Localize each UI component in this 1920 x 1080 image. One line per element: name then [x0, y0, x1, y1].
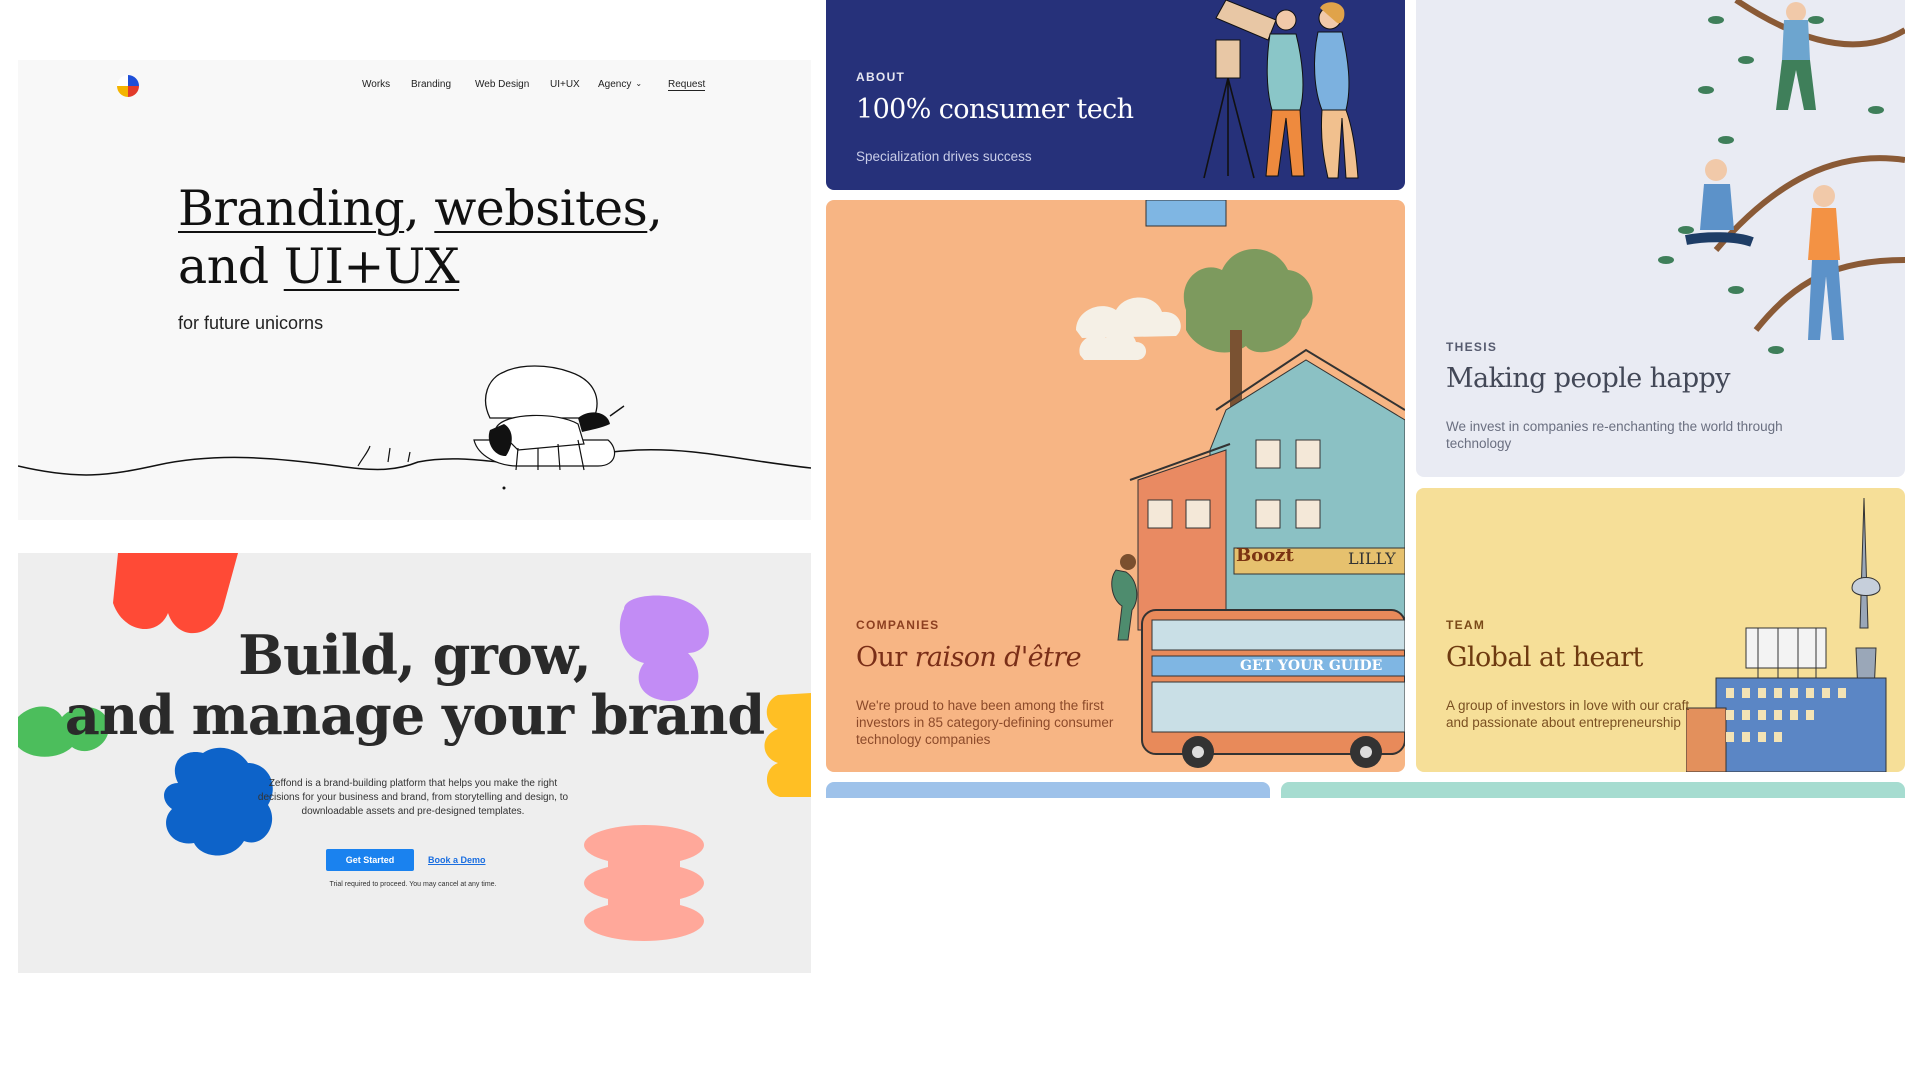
nav-works[interactable]: Works: [362, 79, 390, 90]
nav-group: UI+UX: [550, 79, 580, 90]
nav-agency[interactable]: Agency: [598, 79, 631, 90]
hero-link-uiux[interactable]: UI+UX: [284, 238, 460, 295]
next-card-preview[interactable]: [826, 782, 1270, 798]
hero-text: ,: [404, 180, 435, 237]
card-title: Global at heart: [1446, 642, 1643, 673]
product-description: Zeffond is a brand-building platform tha…: [257, 778, 569, 817]
card-eyebrow: TEAM: [1446, 618, 1486, 632]
card-title-part: Our: [856, 642, 915, 673]
team-card[interactable]: TEAM Global at heart A group of investor…: [1416, 488, 1905, 772]
card-description: We invest in companies re-enchanting the…: [1446, 419, 1783, 451]
card-description: Specialization drives success: [856, 149, 1032, 164]
companies-card[interactable]: Boozt LILLY GET YOUR GUIDE COMPANIES Our…: [826, 200, 1405, 772]
card-description: A group of investors in love with our cr…: [1446, 698, 1690, 730]
nav-uiux[interactable]: UI+UX: [550, 79, 580, 90]
sign-boozt: Boozt: [1236, 545, 1294, 566]
about-card[interactable]: ABOUT 100% consumer tech Specialization …: [826, 0, 1405, 190]
top-nav: Works: [362, 79, 390, 90]
card-eyebrow: COMPANIES: [856, 618, 940, 632]
nav-web-design[interactable]: Web Design: [475, 79, 529, 90]
card-eyebrow: THESIS: [1446, 340, 1498, 354]
logo-icon[interactable]: [116, 74, 140, 98]
nav-group: Web Design: [475, 79, 529, 90]
card-title: 100% consumer tech: [856, 94, 1134, 125]
headline-line-2: and manage your brand: [64, 683, 765, 747]
nav-group: Request: [668, 79, 706, 91]
hero-headline: Branding, websites, and UI+UX: [178, 180, 663, 296]
unicorn-illustration: [18, 365, 811, 490]
card-title-italic: raison d'être: [914, 642, 1082, 673]
sign-get-your-guide: GET YOUR GUIDE: [1240, 658, 1383, 674]
hero-text: and: [178, 238, 284, 295]
brand-builder-screenshot: Build, grow, and manage your brand Zeffo…: [18, 553, 811, 973]
hero-text: ,: [647, 180, 663, 237]
nav-request[interactable]: Request: [668, 79, 705, 90]
get-started-button[interactable]: Get Started: [326, 849, 414, 871]
hero-link-branding[interactable]: Branding: [178, 180, 405, 237]
branding-site-screenshot: Works Branding Web Design UI+UX Agency ⌄…: [18, 60, 811, 520]
card-eyebrow: ABOUT: [856, 70, 906, 84]
card-title: Our raison d'être: [856, 642, 1082, 673]
card-description: We're proud to have been among the first…: [856, 698, 1114, 747]
book-demo-link[interactable]: Book a Demo: [428, 855, 486, 865]
trial-note: Trial required to proceed. You may cance…: [329, 881, 497, 888]
thesis-card[interactable]: THESIS Making people happy We invest in …: [1416, 0, 1905, 477]
city-skyline-illustration: [1686, 497, 1887, 772]
next-card-preview[interactable]: [1281, 782, 1905, 798]
headline-line-1: Build, grow,: [238, 623, 591, 687]
telescope-illustration: [1203, 0, 1359, 179]
hero-link-websites[interactable]: websites: [434, 180, 647, 237]
nav-group: Branding: [411, 79, 451, 90]
sign-lilly: LILLY: [1348, 549, 1396, 568]
card-title: Making people happy: [1446, 363, 1731, 394]
chevron-down-icon[interactable]: ⌄: [635, 79, 642, 90]
decorative-blobs: [18, 553, 811, 941]
city-bus-illustration: [1076, 200, 1405, 768]
nav-branding[interactable]: Branding: [411, 79, 451, 90]
nav-group: Agency ⌄: [598, 79, 642, 90]
